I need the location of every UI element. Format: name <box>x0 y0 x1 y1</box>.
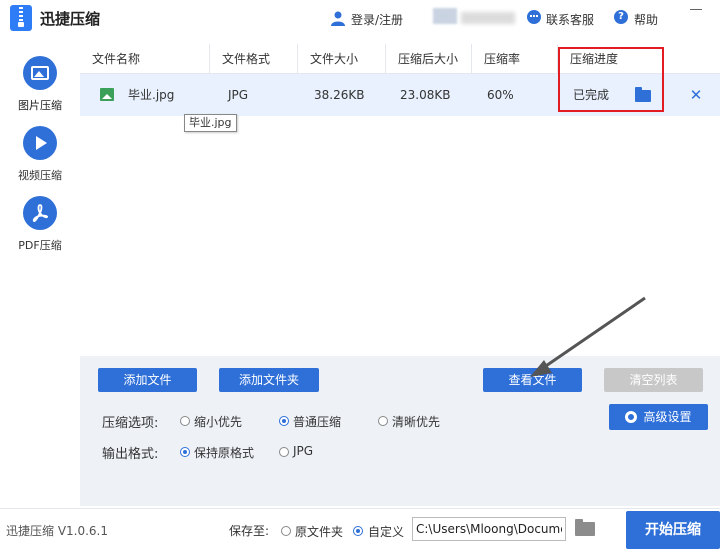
progress-highlight-annotation <box>558 47 664 112</box>
output-format-label: 输出格式: <box>102 447 159 462</box>
radio-label-keep-format: 保持原格式 <box>194 446 255 460</box>
compression-ratio: 60% <box>487 88 514 102</box>
save-path-input[interactable] <box>412 517 566 541</box>
column-header-ratio: 压缩率 <box>472 44 558 74</box>
minimize-button[interactable] <box>686 2 706 18</box>
radio-custom-folder[interactable] <box>353 526 363 536</box>
sidebar-item-label: 视频压缩 <box>18 169 62 182</box>
file-size: 38.26KB <box>314 88 365 102</box>
advanced-settings-button[interactable]: 高级设置 <box>609 404 708 430</box>
login-link[interactable]: 登录/注册 <box>351 11 403 28</box>
customer-service-icon[interactable] <box>527 10 541 24</box>
radio-clarity-priority[interactable] <box>378 416 388 426</box>
file-name: 毕业.jpg <box>128 88 175 102</box>
pdf-icon <box>23 196 57 230</box>
file-table: 文件名称 文件格式 文件大小 压缩后大小 压缩率 压缩进度 毕业.jpg JPG… <box>80 44 720 356</box>
radio-normal-compress[interactable] <box>279 416 289 426</box>
radio-label-custom-folder: 自定义 <box>368 525 405 539</box>
remove-file-icon[interactable]: ✕ <box>688 74 704 116</box>
gear-icon <box>625 411 637 423</box>
sidebar-item-label: PDF压缩 <box>18 239 62 252</box>
version-label: 迅捷压缩 V1.0.6.1 <box>6 524 109 538</box>
column-header-format: 文件格式 <box>210 44 298 74</box>
compress-options-label: 压缩选项: <box>102 416 159 431</box>
clear-list-button[interactable]: 清空列表 <box>604 368 703 392</box>
help-link[interactable]: 帮助 <box>634 11 658 28</box>
sidebar-item-image-compress[interactable]: 图片压缩 <box>0 56 80 113</box>
column-header-compressed-size: 压缩后大小 <box>386 44 472 74</box>
play-icon <box>23 126 57 160</box>
user-avatar <box>433 8 457 24</box>
file-format: JPG <box>228 88 249 102</box>
sidebar-item-pdf-compress[interactable]: PDF压缩 <box>0 196 80 253</box>
user-name-blurred <box>461 12 515 24</box>
user-icon[interactable] <box>331 11 345 26</box>
browse-folder-icon[interactable] <box>575 519 595 536</box>
filename-tooltip: 毕业.jpg <box>184 114 237 132</box>
app-title: 迅捷压缩 <box>40 10 101 28</box>
column-header-name: 文件名称 <box>80 44 210 74</box>
app-logo-icon <box>10 5 32 31</box>
customer-service-link[interactable]: 联系客服 <box>546 11 594 28</box>
help-icon[interactable]: ? <box>614 10 628 24</box>
image-file-icon <box>100 88 114 101</box>
radio-shrink-priority[interactable] <box>180 416 190 426</box>
footer-bar: 迅捷压缩 V1.0.6.1 保存至: 原文件夹 自定义 <box>0 508 720 549</box>
start-compress-button[interactable]: 开始压缩 <box>626 511 720 549</box>
sidebar-item-label: 图片压缩 <box>18 99 62 112</box>
radio-label-normal-compress: 普通压缩 <box>293 415 342 429</box>
radio-label-clarity-priority: 清晰优先 <box>392 415 441 429</box>
sidebar-item-video-compress[interactable]: 视频压缩 <box>0 126 80 183</box>
radio-jpg[interactable] <box>279 447 289 457</box>
radio-label-jpg: JPG <box>293 444 314 458</box>
radio-label-shrink-priority: 缩小优先 <box>194 415 243 429</box>
radio-label-original-folder: 原文件夹 <box>295 525 344 539</box>
add-file-button[interactable]: 添加文件 <box>98 368 197 392</box>
radio-original-folder[interactable] <box>281 526 291 536</box>
radio-keep-format[interactable] <box>180 447 190 457</box>
sidebar: 图片压缩 视频压缩 PDF压缩 <box>0 38 80 508</box>
main-panel: 文件名称 文件格式 文件大小 压缩后大小 压缩率 压缩进度 毕业.jpg JPG… <box>80 44 720 506</box>
title-bar: 迅捷压缩 登录/注册 联系客服 ? 帮助 <box>0 0 720 38</box>
compressed-size: 23.08KB <box>400 88 451 102</box>
column-header-size: 文件大小 <box>298 44 386 74</box>
save-to-label: 保存至: <box>229 524 270 538</box>
image-icon <box>23 56 57 90</box>
add-folder-button[interactable]: 添加文件夹 <box>219 368 319 392</box>
view-file-button[interactable]: 查看文件 <box>483 368 582 392</box>
